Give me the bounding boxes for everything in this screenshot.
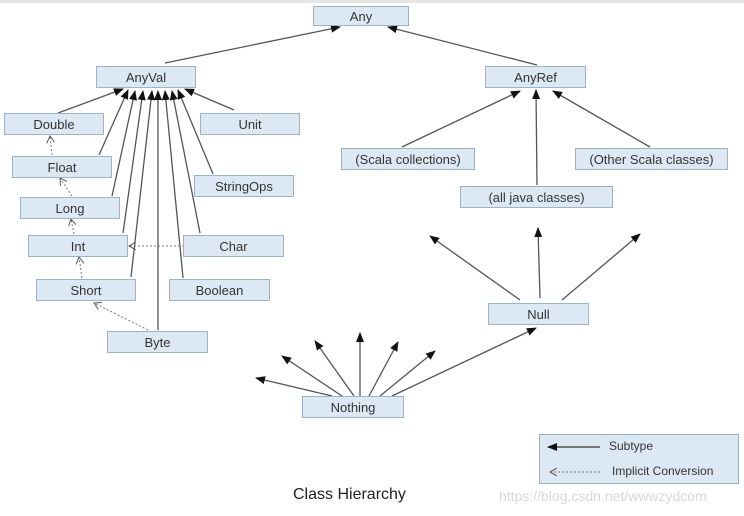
legend: Subtype Implicit Conversion (539, 434, 739, 484)
edge-other-anyref (552, 90, 651, 148)
node-scala-collections: (Scala collections) (341, 148, 475, 170)
node-boolean: Boolean (169, 279, 270, 301)
edge-boolean-anyval (161, 90, 184, 279)
diagram-caption: Class Hierarchy (293, 486, 406, 503)
node-long: Long (20, 197, 120, 219)
edge-double-anyval (57, 88, 124, 114)
node-null: Null (488, 303, 589, 325)
watermark: https://blog.csdn.net/wwwzydcom (499, 488, 707, 504)
edge-nothing-1 (255, 376, 333, 397)
node-anyref: AnyRef (485, 66, 586, 88)
node-unit: Unit (200, 113, 300, 135)
edge-scalacoll-anyref (401, 90, 521, 148)
edge-nothing-2 (281, 355, 343, 397)
edge-java-anyref (532, 89, 541, 186)
node-char: Char (183, 235, 284, 257)
edge-unit-anyval (184, 88, 235, 111)
node-anyval: AnyVal (96, 66, 196, 88)
edge-long-float (60, 178, 73, 197)
edge-byte-short (94, 303, 149, 331)
node-byte: Byte (107, 331, 208, 353)
node-any: Any (313, 6, 409, 26)
node-java-classes: (all java classes) (460, 186, 613, 208)
node-float: Float (12, 156, 112, 178)
edge-anyval-any (164, 24, 341, 64)
edge-float-double (50, 136, 52, 156)
node-other-scala-classes: (Other Scala classes) (575, 148, 728, 170)
legend-implicit-label: Implicit Conversion (612, 464, 714, 478)
legend-subtype-label: Subtype (609, 439, 654, 453)
node-double: Double (4, 113, 104, 135)
edge-null-up (534, 227, 543, 299)
edge-int-long (71, 219, 74, 235)
node-short: Short (36, 279, 136, 301)
edge-short-anyval (130, 90, 155, 278)
edge-nothing-5 (368, 341, 399, 397)
edge-nothing-null (391, 327, 537, 397)
edge-long-anyval (111, 90, 137, 197)
edge-anyref-any (387, 25, 538, 66)
edge-null-up-right (561, 233, 641, 301)
edge-short-int (79, 257, 82, 279)
edge-int-anyval (122, 90, 146, 234)
edge-null-up-left (429, 235, 521, 301)
node-stringops: StringOps (194, 175, 294, 197)
edge-nothing-3 (314, 340, 355, 397)
node-nothing: Nothing (302, 396, 404, 418)
node-int: Int (28, 235, 128, 257)
